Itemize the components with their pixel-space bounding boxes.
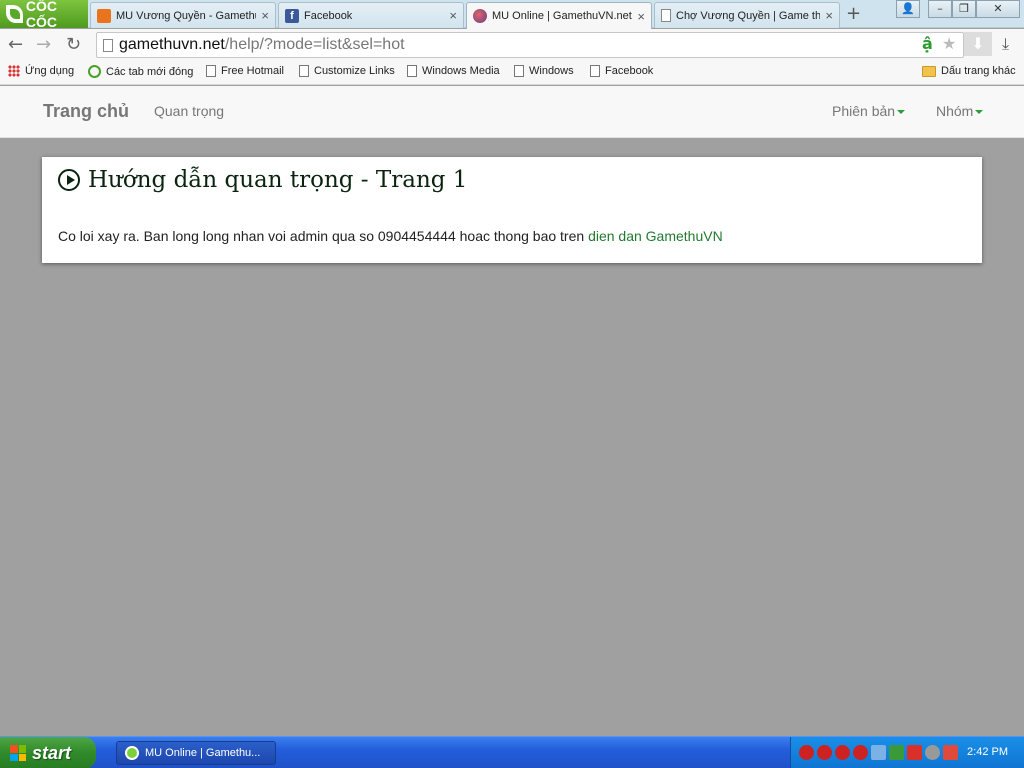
page-icon <box>661 9 671 22</box>
tab-facebook[interactable]: f Facebook × <box>278 2 464 28</box>
site-home-link[interactable]: Trang chủ <box>43 101 129 122</box>
tray-icons <box>799 745 958 760</box>
tray-v-icon[interactable] <box>943 745 958 760</box>
bookmark-customize-links[interactable]: Customize Links <box>299 65 395 77</box>
tab-title: MU Online | GamethuVN.net <box>492 10 632 22</box>
close-icon[interactable]: × <box>825 9 833 22</box>
coccoc-leaf-icon <box>6 5 23 23</box>
bookmarks-bar: Ứng dụng Các tab mới đóng Free Hotmail C… <box>0 61 1024 85</box>
bookmark-facebook[interactable]: Facebook <box>590 65 653 77</box>
close-icon[interactable]: × <box>261 9 269 22</box>
minimize-button[interactable]: – <box>928 0 952 18</box>
close-icon[interactable]: × <box>449 9 457 22</box>
tray-volume-icon[interactable] <box>925 745 940 760</box>
url-host: gamethuvn.net <box>119 36 225 53</box>
tab-cho-vuong-quyen[interactable]: Chợ Vương Quyền | Game th × <box>654 2 840 28</box>
panel-title: Hướng dẫn quan trọng - Trang 1 <box>58 167 467 193</box>
close-window-button[interactable]: ✕ <box>976 0 1020 18</box>
system-tray: 2:42 PM <box>790 737 1024 768</box>
nav-link-important[interactable]: Quan trọng <box>154 103 224 119</box>
url-path: /help/?mode=list&sel=hot <box>224 36 405 53</box>
taskbar-item-label: MU Online | Gamethu... <box>145 747 261 759</box>
user-profile-icon[interactable]: 👤 <box>896 0 920 18</box>
tray-clock: 2:42 PM <box>967 746 1008 758</box>
page-icon <box>407 65 417 77</box>
help-panel: Hướng dẫn quan trọng - Trang 1 Co loi xa… <box>42 157 982 263</box>
crown-icon <box>97 8 111 23</box>
tray-game-icon[interactable] <box>835 745 850 760</box>
bookmark-windows-media[interactable]: Windows Media <box>407 65 500 77</box>
error-message: Co loi xay ra. Ban long long nhan voi ad… <box>58 228 723 244</box>
page-icon <box>206 65 216 77</box>
bookmark-label: Dấu trang khác <box>941 65 1016 77</box>
bookmark-label: Windows <box>529 65 574 77</box>
coccoc-icon <box>125 746 139 760</box>
tab-title: MU Vương Quyền - Gamethu <box>116 9 257 22</box>
windows-flag-icon <box>10 745 26 761</box>
site-navbar: Trang chủ Quan trọng Phiên bản Nhóm <box>0 86 1024 138</box>
facebook-icon: f <box>285 8 299 23</box>
taskbar-item-mu-online[interactable]: MU Online | Gamethu... <box>116 741 276 765</box>
page-icon <box>103 39 113 52</box>
play-circle-icon <box>58 169 80 191</box>
bookmark-label: Free Hotmail <box>221 65 284 77</box>
address-bar[interactable]: gamethuvn.net/help/?mode=list&sel=hot <box>96 32 964 58</box>
close-icon[interactable]: × <box>637 10 645 23</box>
tab-mu-online[interactable]: MU Online | GamethuVN.net × <box>466 2 652 29</box>
mu-icon <box>473 9 487 23</box>
browser-brand: CỐC CỐC <box>25 0 58 30</box>
nav-menu-label: Phiên bản <box>832 103 896 119</box>
tray-game-icon[interactable] <box>853 745 868 760</box>
coccoc-a-icon[interactable]: ậ <box>922 34 933 54</box>
restore-button[interactable]: ❐ <box>952 0 976 18</box>
bookmark-free-hotmail[interactable]: Free Hotmail <box>206 65 284 77</box>
caret-down-icon <box>975 110 984 115</box>
error-text: Co loi xay ra. Ban long long nhan voi ad… <box>58 228 589 244</box>
bookmark-windows[interactable]: Windows <box>514 65 574 77</box>
recent-tabs-icon <box>88 65 101 78</box>
page-icon <box>514 65 524 77</box>
download-arrow-icon[interactable]: ⬇ <box>964 32 992 56</box>
caret-down-icon <box>897 110 906 115</box>
page-icon <box>299 65 309 77</box>
bookmark-apps[interactable]: Ứng dụng <box>8 65 74 77</box>
forum-link[interactable]: dien dan GamethuVN <box>588 228 723 244</box>
coccoc-logo[interactable]: CỐC CỐC <box>0 0 88 30</box>
star-icon[interactable]: ★ <box>942 34 956 54</box>
nav-menu-label: Nhóm <box>936 103 974 119</box>
start-button[interactable]: start <box>0 737 96 768</box>
tray-game-icon[interactable] <box>799 745 814 760</box>
tab-title: Chợ Vương Quyền | Game th <box>676 9 821 22</box>
bookmark-label: Ứng dụng <box>25 65 75 77</box>
folder-icon <box>922 65 936 77</box>
apps-grid-icon <box>8 65 20 77</box>
tray-monitor-icon[interactable] <box>907 745 922 760</box>
bookmark-other[interactable]: Dấu trang khác <box>922 65 1016 77</box>
reload-button[interactable]: ↻ <box>66 35 81 55</box>
tray-game-icon[interactable] <box>817 745 832 760</box>
bookmark-label: Customize Links <box>314 65 395 77</box>
bookmark-recent-tabs[interactable]: Các tab mới đóng <box>88 65 193 78</box>
tab-strip: CỐC CỐC MU Vương Quyền - Gamethu × f Fac… <box>0 0 1024 30</box>
forward-button[interactable]: → <box>36 35 51 55</box>
panel-heading: Hướng dẫn quan trọng - Trang 1 <box>88 167 468 193</box>
bookmark-label: Windows Media <box>422 65 500 77</box>
windows-taskbar: start MU Online | Gamethu... 2:42 PM <box>0 736 1024 768</box>
bookmark-label: Các tab mới đóng <box>106 65 194 78</box>
start-label: start <box>32 742 72 763</box>
bookmark-label: Facebook <box>605 65 654 77</box>
tray-app-icon[interactable] <box>889 745 904 760</box>
new-tab-button[interactable]: + <box>846 5 861 23</box>
page-icon <box>590 65 600 77</box>
tab-mu-vuong-quyen[interactable]: MU Vương Quyền - Gamethu × <box>90 2 276 28</box>
nav-menu-version[interactable]: Phiên bản <box>832 103 906 119</box>
browser-toolbar: ← → ↻ gamethuvn.net/help/?mode=list&sel=… <box>0 29 1024 61</box>
tray-network-icon[interactable] <box>871 745 886 760</box>
tab-title: Facebook <box>304 9 353 22</box>
back-button[interactable]: ← <box>8 35 23 55</box>
download-icon[interactable]: ⤓ <box>1002 34 1009 54</box>
nav-menu-group[interactable]: Nhóm <box>936 103 984 119</box>
